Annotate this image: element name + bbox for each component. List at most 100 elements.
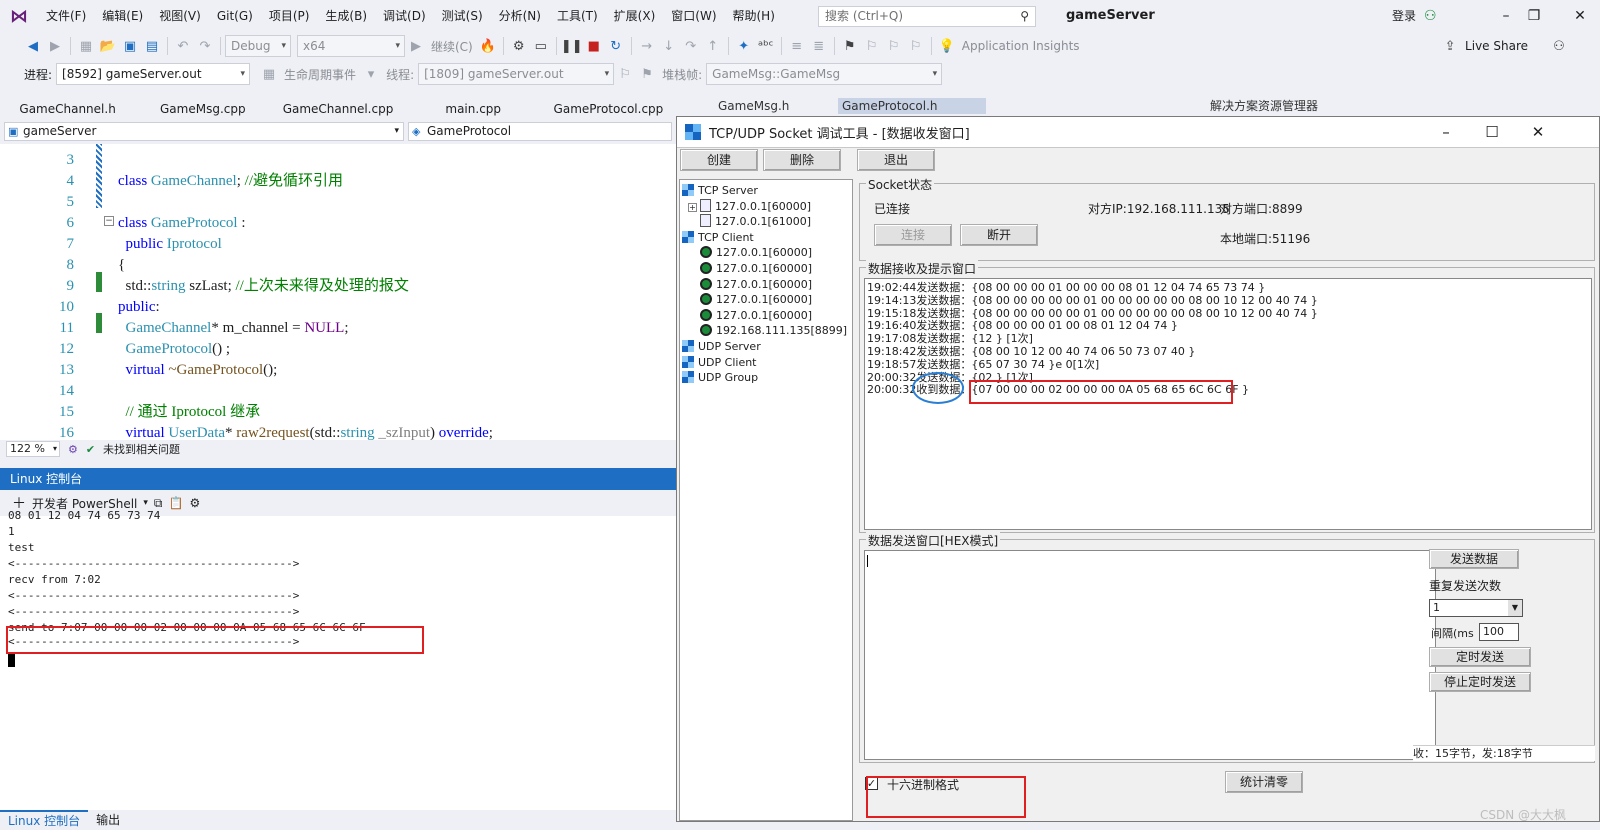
menu-tools[interactable]: 工具(T) — [549, 0, 606, 32]
diagnostics-icon[interactable]: ⚙ — [508, 35, 530, 57]
bookmark-icon[interactable]: ⚑ — [839, 35, 861, 57]
interval-input[interactable]: 100 — [1479, 623, 1519, 641]
next-bookmark-icon[interactable]: ⚐ — [883, 35, 905, 57]
menu-help[interactable]: 帮助(H) — [725, 0, 783, 32]
menu-git[interactable]: Git(G) — [209, 0, 261, 32]
project-combo[interactable]: ▣ gameServer ▾ — [4, 122, 404, 141]
tool-close-icon[interactable]: ✕ — [1515, 117, 1561, 147]
gear-icon[interactable]: ⚙ — [189, 496, 200, 510]
menu-view[interactable]: 视图(V) — [151, 0, 209, 32]
step-out-icon[interactable]: ↑ — [702, 35, 724, 57]
process-combo[interactable]: [8592] gameServer.out ▾ — [56, 63, 251, 85]
insights-label[interactable]: Application Insights — [958, 39, 1084, 53]
save-icon[interactable]: ▣ — [119, 35, 141, 57]
menu-file[interactable]: 文件(F) — [38, 0, 94, 32]
restore-icon[interactable]: ❐ — [1514, 0, 1554, 32]
insights-icon[interactable]: 💡 — [936, 35, 958, 57]
forward-icon[interactable]: ▶ — [44, 35, 66, 57]
intellicode-icon[interactable]: ⚙ — [68, 443, 78, 456]
search-input[interactable]: 搜索 (Ctrl+Q) ⚲ — [818, 6, 1036, 27]
continue-label[interactable]: 继续(C) — [427, 38, 477, 55]
tree-group[interactable]: UDP Server — [682, 339, 761, 355]
uncomment-icon[interactable]: ≣ — [808, 35, 830, 57]
tree-node[interactable]: 127.0.0.1[60000] — [688, 277, 812, 293]
lifecycle-label[interactable]: 生命周期事件 — [280, 66, 360, 83]
tool-minimize-icon[interactable]: – — [1423, 117, 1469, 147]
platform-combo[interactable]: x64 ▾ — [297, 35, 405, 57]
zoom-combo[interactable]: 122 % ▾ — [6, 441, 60, 457]
code-line[interactable]: 16 virtual UserData* raw2request(std::st… — [0, 423, 676, 440]
code-line[interactable]: 15 // 通过 Iprotocol 继承 — [0, 402, 676, 423]
back-icon[interactable]: ◀ — [22, 35, 44, 57]
continue-icon[interactable]: ▶ — [405, 35, 427, 57]
code-line[interactable]: 14 — [0, 381, 676, 402]
code-line[interactable]: 13 virtual ~GameProtocol(); — [0, 360, 676, 381]
close-icon[interactable]: ✕ — [1560, 0, 1600, 32]
solution-explorer-title[interactable]: 解决方案资源管理器 — [1210, 98, 1600, 114]
login-link[interactable]: 登录 — [1392, 0, 1416, 32]
chevron-down-icon[interactable]: ▾ — [143, 498, 148, 508]
hex-display-icon[interactable]: ✦ — [733, 35, 755, 57]
tree-node[interactable]: 127.0.0.1[60000] — [688, 261, 812, 277]
menu-debug[interactable]: 调试(D) — [375, 0, 434, 32]
tab-gamemsg-h[interactable]: GameMsg.h — [718, 98, 818, 114]
step-over-icon[interactable]: ↷ — [680, 35, 702, 57]
flag-thread-icon[interactable]: ⚐ — [614, 63, 636, 85]
code-line[interactable]: 6 class GameProtocol : — [0, 213, 676, 234]
stop-icon[interactable]: ■ — [583, 35, 605, 57]
menu-extensions[interactable]: 扩展(X) — [606, 0, 664, 32]
send-input[interactable] — [864, 550, 1436, 760]
menu-analyze[interactable]: 分析(N) — [491, 0, 549, 32]
stop-timed-send-button[interactable]: 停止定时发送 — [1429, 672, 1531, 692]
tab-gameprotocol-cpp[interactable]: GameProtocol.cpp — [541, 98, 676, 120]
save-all-icon[interactable]: ▤ — [141, 35, 163, 57]
tree-group[interactable]: TCP Server — [682, 183, 758, 199]
clear-bookmarks-icon[interactable]: ⚐ — [905, 35, 927, 57]
console-output[interactable]: 08 01 12 04 74 65 73 74 1 test <--------… — [0, 509, 676, 810]
expand-icon[interactable]: + — [688, 202, 697, 212]
thread-combo[interactable]: [1809] gameServer.out ▾ — [418, 63, 615, 85]
layout-icon[interactable]: ▭ — [530, 35, 552, 57]
lifecycle-icon[interactable]: ▦ — [258, 63, 280, 85]
account-icon[interactable]: ⚇ — [1424, 8, 1437, 24]
tree-node[interactable]: 127.0.0.1[60000] — [688, 292, 812, 308]
stack-frame-combo[interactable]: GameMsg::GameMsg ▾ — [706, 63, 943, 85]
send-data-button[interactable]: 发送数据 — [1429, 549, 1519, 569]
tab-linux-console[interactable]: Linux 控制台 — [0, 810, 89, 830]
pause-icon[interactable]: ❚❚ — [561, 35, 583, 57]
tab-output[interactable]: 输出 — [88, 810, 128, 830]
menu-build[interactable]: 生成(B) — [317, 0, 375, 32]
socket-tree[interactable]: TCP Server +127.0.0.1[60000] 127.0.0.1[610… — [679, 179, 853, 821]
feedback-icon[interactable]: ⚇ — [1548, 35, 1570, 57]
tree-group[interactable]: TCP Client — [682, 230, 754, 246]
reset-stats-button[interactable]: 统计清零 — [1225, 771, 1303, 793]
spell-check-icon[interactable]: ᵃᵇᶜ — [755, 35, 777, 57]
tree-group[interactable]: UDP Group — [682, 370, 758, 386]
show-next-statement-icon[interactable]: → — [636, 35, 658, 57]
tree-group[interactable]: UDP Client — [682, 355, 757, 371]
repeat-count-combo[interactable]: 1 ▼ — [1429, 599, 1523, 617]
menu-edit[interactable]: 编辑(E) — [94, 0, 151, 32]
tab-main-cpp[interactable]: main.cpp — [406, 98, 541, 120]
live-share-button[interactable]: Live Share — [1461, 39, 1532, 53]
code-line[interactable]: 7 public Iprotocol — [0, 234, 676, 255]
receive-log[interactable]: 19:02:44发送数据：{08 00 00 00 01 00 00 00 08… — [864, 278, 1592, 530]
filter-thread-icon[interactable]: ⚑ — [636, 63, 658, 85]
restart-icon[interactable]: ↻ — [605, 35, 627, 57]
tab-gamemsg-cpp[interactable]: GameMsg.cpp — [135, 98, 270, 120]
comment-icon[interactable]: ≡ — [786, 35, 808, 57]
code-line[interactable]: 12 GameProtocol() ; — [0, 339, 676, 360]
tree-node[interactable]: 192.168.111.135[8899] — [688, 323, 847, 339]
prev-bookmark-icon[interactable]: ⚐ — [861, 35, 883, 57]
config-combo[interactable]: Debug ▾ — [225, 35, 291, 57]
lifecycle-dropdown-icon[interactable]: ▾ — [360, 63, 382, 85]
timed-send-button[interactable]: 定时发送 — [1429, 647, 1531, 667]
redo-icon[interactable]: ↷ — [194, 35, 216, 57]
tab-gameprotocol-h[interactable]: GameProtocol.h — [838, 98, 986, 114]
create-button[interactable]: 创建 — [680, 149, 758, 171]
delete-button[interactable]: 删除 — [763, 149, 841, 171]
exit-button[interactable]: 退出 — [857, 149, 935, 171]
tree-node[interactable]: 127.0.0.1[61000] — [688, 214, 811, 230]
menu-test[interactable]: 测试(S) — [434, 0, 491, 32]
tree-node[interactable]: 127.0.0.1[60000] — [688, 308, 812, 324]
